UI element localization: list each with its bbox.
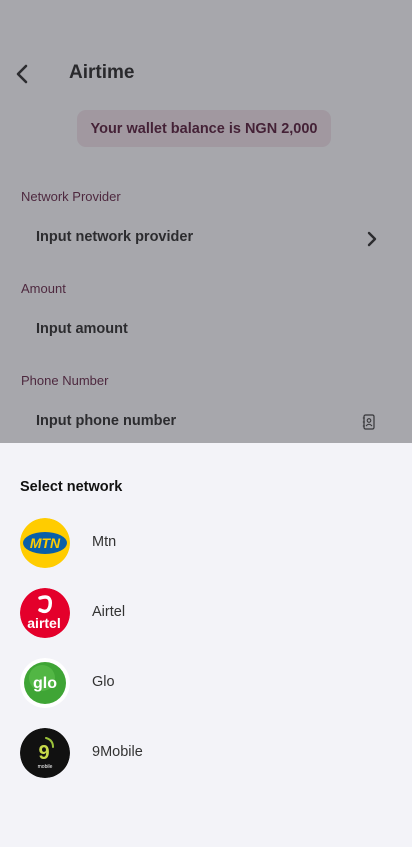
svg-text:glo: glo (33, 675, 57, 692)
svg-text:MTN: MTN (30, 535, 61, 551)
select-network-sheet: Select network MTN Mtn airtel Airtel glo… (0, 443, 412, 847)
network-option-airtel[interactable]: airtel Airtel (0, 583, 412, 643)
airtel-logo-icon: airtel (20, 588, 70, 638)
network-name: Glo (92, 674, 115, 690)
network-name: 9Mobile (92, 744, 143, 760)
svg-text:9: 9 (38, 742, 49, 764)
modal-backdrop[interactable] (0, 0, 412, 443)
network-option-9mobile[interactable]: 9 mobile 9Mobile (0, 723, 412, 783)
network-option-glo[interactable]: glo Glo (0, 653, 412, 713)
sheet-title: Select network (20, 479, 123, 495)
network-name: Airtel (92, 604, 126, 620)
network-name: Mtn (92, 534, 117, 550)
svg-text:mobile: mobile (38, 764, 53, 770)
svg-text:airtel: airtel (27, 615, 60, 631)
mtn-logo-icon: MTN (20, 518, 70, 568)
9mobile-logo-icon: 9 mobile (20, 728, 70, 778)
network-option-mtn[interactable]: MTN Mtn (0, 513, 412, 573)
glo-logo-icon: glo (20, 658, 70, 708)
